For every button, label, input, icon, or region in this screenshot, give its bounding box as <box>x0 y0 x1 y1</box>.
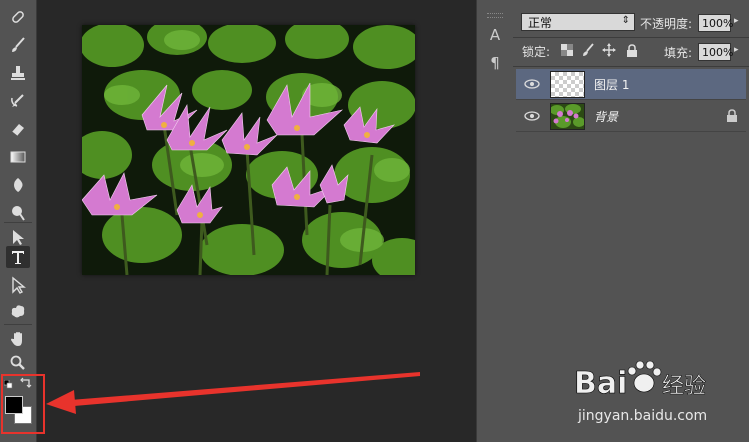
lock-label: 锁定: <box>522 45 551 59</box>
visibility-eye-icon[interactable] <box>524 109 540 123</box>
dodge-tool-icon[interactable] <box>6 202 30 224</box>
fill-label: 填充: <box>664 46 693 60</box>
healing-brush-tool-icon[interactable] <box>6 6 30 28</box>
paw-icon <box>627 360 662 393</box>
visibility-eye-icon[interactable] <box>524 77 540 91</box>
blur-tool-icon[interactable] <box>6 174 30 196</box>
layer-lock-icon <box>727 109 737 122</box>
clone-stamp-tool-icon[interactable] <box>6 62 30 84</box>
watermark-url: jingyan.baidu.com <box>578 408 708 424</box>
history-brush-tool-icon[interactable] <box>6 90 30 112</box>
custom-shape-tool-icon[interactable] <box>6 300 30 322</box>
color-swatch-highlight-box <box>1 374 45 434</box>
brush-tool-icon[interactable] <box>6 34 30 56</box>
fill-dropdown-icon[interactable]: ▸ <box>734 45 739 55</box>
path-selection-tool-icon[interactable] <box>6 226 30 248</box>
blend-mode-select[interactable]: 正常 ⇕ <box>521 13 635 31</box>
zoom-tool-icon[interactable] <box>6 352 30 374</box>
eraser-tool-icon[interactable] <box>6 118 30 140</box>
fill-input[interactable]: 100% <box>698 43 734 61</box>
layer-thumbnail-photo <box>550 103 585 130</box>
layer-name: 背景 <box>594 110 619 124</box>
red-arrow-annotation <box>46 372 420 414</box>
gradient-tool-icon[interactable] <box>6 146 30 168</box>
character-panel-icon[interactable]: A <box>483 24 507 46</box>
layer-row-layer1[interactable]: 图层 1 <box>516 69 746 100</box>
type-tool-icon[interactable] <box>6 246 30 268</box>
select-caret-icon: ⇕ <box>621 15 630 26</box>
watermark-brand: Bai <box>574 366 627 401</box>
lotus-photo <box>82 25 415 275</box>
layer-name: 图层 1 <box>594 78 630 92</box>
dock-grip[interactable] <box>487 13 503 18</box>
direct-selection-tool-icon[interactable] <box>6 274 30 296</box>
blend-mode-value: 正常 <box>528 15 553 30</box>
layer-row-background[interactable]: 背景 <box>516 101 746 132</box>
opacity-dropdown-icon[interactable]: ▸ <box>734 16 739 26</box>
lock-position-icon[interactable] <box>602 43 616 57</box>
opacity-input[interactable]: 100% <box>698 14 734 32</box>
lock-image-pixels-icon[interactable] <box>581 43 595 57</box>
opacity-label: 不透明度: <box>640 17 693 31</box>
hand-tool-icon[interactable] <box>6 328 30 350</box>
lock-transparent-pixels-icon[interactable] <box>560 43 574 57</box>
fill-value: 100% <box>702 45 734 59</box>
opacity-value: 100% <box>702 16 734 30</box>
watermark-brand-suffix: 经验 <box>662 374 706 399</box>
lock-all-icon[interactable] <box>625 43 639 57</box>
layer-thumbnail-transparent <box>550 71 585 98</box>
collapsed-panel-dock: A ¶ <box>476 0 513 442</box>
paragraph-panel-icon[interactable]: ¶ <box>483 52 507 74</box>
